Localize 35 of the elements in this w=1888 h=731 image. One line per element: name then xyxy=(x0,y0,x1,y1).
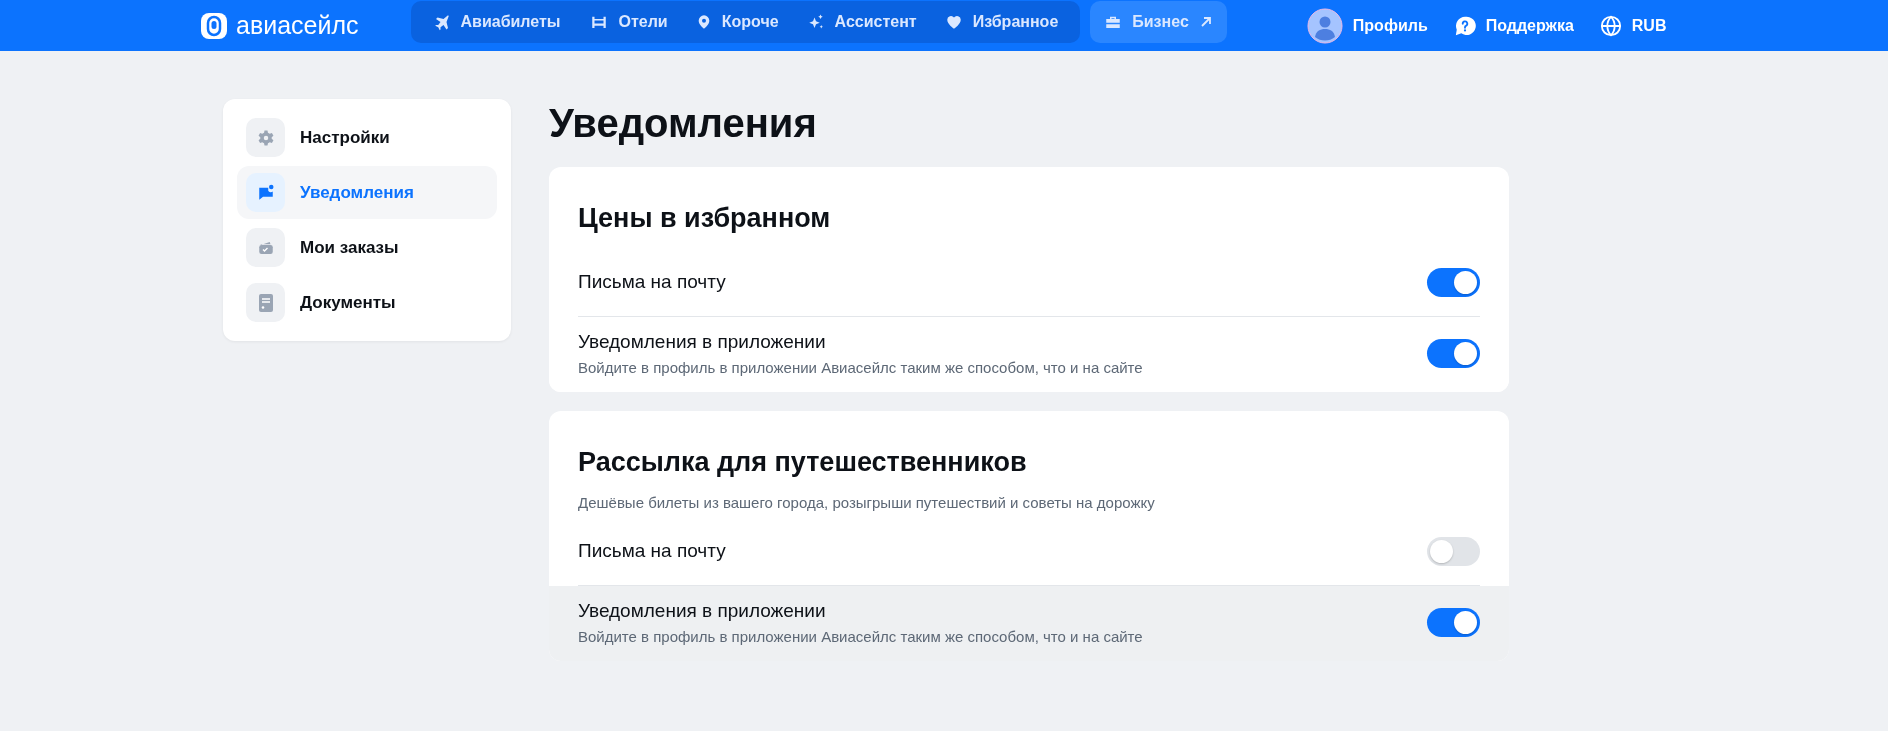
gear-icon xyxy=(256,128,275,147)
nav-link[interactable]: Избранное xyxy=(930,0,1073,43)
nav-link[interactable]: Короче xyxy=(681,0,793,43)
nav-link[interactable]: Отели xyxy=(574,0,682,43)
toggle-switch[interactable] xyxy=(1427,608,1480,638)
document-icon xyxy=(257,292,274,313)
globe-icon xyxy=(1599,14,1622,37)
logo-icon xyxy=(200,11,228,40)
setting-label: Уведомления в приложении xyxy=(578,331,827,354)
business-button[interactable]: Бизнес xyxy=(1090,0,1227,43)
logo-text: авиасейлс xyxy=(236,11,359,40)
nav-link[interactable]: Ассистент xyxy=(792,0,931,43)
header-link[interactable]: RUB xyxy=(1599,14,1667,37)
avatar-icon xyxy=(1306,7,1343,44)
card-title: Рассылка для путешественников xyxy=(578,446,1028,480)
help-icon xyxy=(1453,14,1476,37)
toggle-switch[interactable] xyxy=(1427,267,1480,297)
setting-hint: Войдите в профиль в приложении Авиасейлс таким же способом, что и на сайте xyxy=(578,628,1143,646)
toggle-switch[interactable] xyxy=(1427,536,1480,566)
header-link[interactable]: Профиль xyxy=(1306,7,1428,44)
setting-label: Письма на почту xyxy=(578,540,726,563)
setting-hint: Войдите в профиль в приложении Авиасейлс таким же способом, что и на сайте xyxy=(578,359,1143,377)
toggle-switch[interactable] xyxy=(1427,339,1480,369)
header-link[interactable]: Поддержка xyxy=(1453,14,1574,37)
sidebar-item[interactable]: Документы xyxy=(237,276,497,329)
sidebar-item[interactable]: Уведомления xyxy=(237,166,497,219)
sidebar-item[interactable]: Мои заказы xyxy=(237,221,497,274)
chat-icon xyxy=(256,183,275,202)
sidebar-item[interactable]: Настройки xyxy=(237,111,497,164)
card-title: Цены в избранном xyxy=(578,202,832,235)
card-subtitle: Дешёвые билеты из вашего города, розыгрыши путешествий и советы на дорожку xyxy=(578,494,1156,512)
page-title: Уведомления xyxy=(549,100,818,147)
setting-label: Письма на почту xyxy=(578,271,726,294)
nav-link[interactable]: Авиабилеты xyxy=(418,0,575,43)
setting-label: Уведомления в приложении xyxy=(578,600,827,623)
